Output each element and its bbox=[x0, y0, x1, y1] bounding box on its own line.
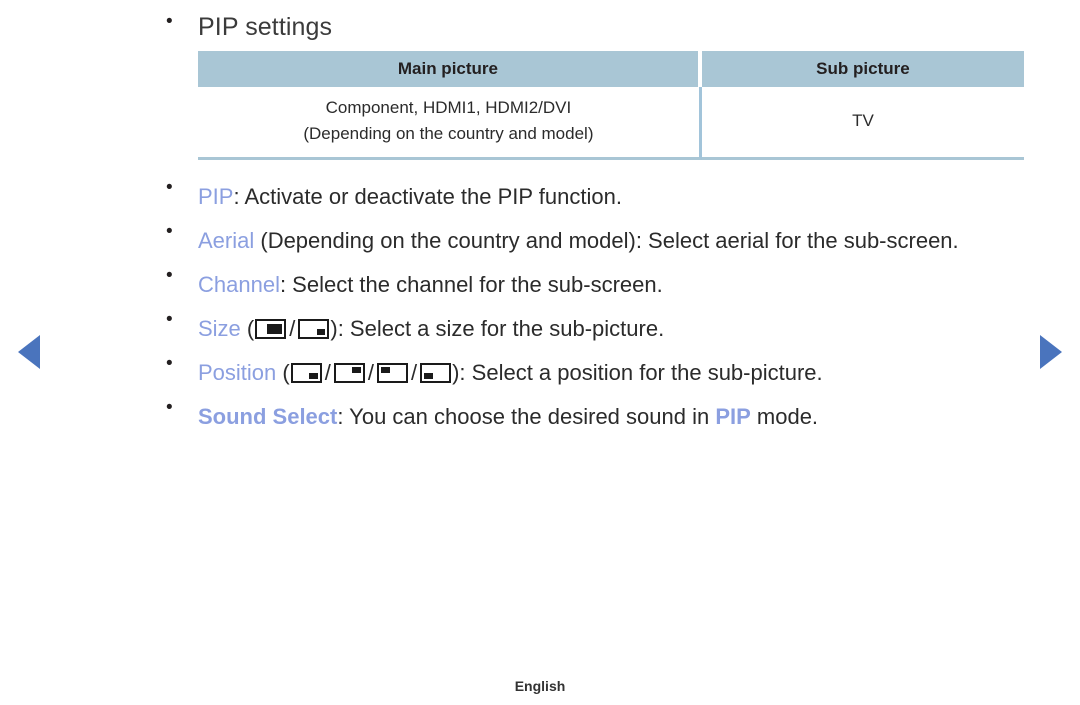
section-heading-row: PIP settings bbox=[160, 12, 1030, 42]
position-separator-2: / bbox=[367, 360, 374, 385]
cell-main-picture: Component, HDMI1, HDMI2/DVI (Depending o… bbox=[198, 87, 702, 160]
list-item-aerial-description: (Depending on the country and model): Se… bbox=[254, 228, 959, 253]
cell-sub-picture: TV bbox=[701, 87, 1024, 160]
list-item-position: Position ( / / / ): Select a position for th… bbox=[160, 354, 1030, 392]
column-header-sub-picture: Sub picture bbox=[701, 51, 1024, 87]
cell-main-picture-line2: (Depending on the country and model) bbox=[303, 124, 594, 143]
bullet-icon bbox=[160, 398, 198, 417]
list-item-size-text: Size ( / ): Select a size for the sub-pict… bbox=[198, 310, 1030, 348]
cell-main-picture-line1: Component, HDMI1, HDMI2/DVI bbox=[325, 98, 572, 117]
pip-position-bottom-left-icon bbox=[420, 363, 452, 383]
list-item-sound-select-text: Sound Select: You can choose the desired… bbox=[198, 398, 1030, 436]
size-separator: / bbox=[289, 316, 296, 341]
pip-position-top-right-icon bbox=[333, 363, 365, 383]
pip-position-bottom-right-icon bbox=[290, 363, 322, 383]
list-item-position-description: ): Select a position for the sub-picture… bbox=[452, 360, 823, 385]
table-header-row: Main picture Sub picture bbox=[198, 51, 1024, 87]
previous-page-arrow[interactable] bbox=[18, 335, 40, 369]
footer-language: English bbox=[514, 678, 566, 694]
bullet-icon bbox=[160, 12, 198, 31]
position-separator-1: / bbox=[324, 360, 331, 385]
list-item-pip-description: : Activate or deactivate the PIP functio… bbox=[233, 184, 622, 209]
pip-settings-table: Main picture Sub picture Component, HDMI… bbox=[198, 51, 1024, 160]
keyword-size: Size bbox=[198, 316, 241, 341]
list-item-position-text: Position ( / / / ): Select a position for th… bbox=[198, 354, 1030, 392]
position-separator-3: / bbox=[410, 360, 418, 385]
keyword-position: Position bbox=[198, 360, 277, 385]
list-item-aerial-text: Aerial (Depending on the country and mod… bbox=[198, 222, 1030, 260]
pip-size-large-icon bbox=[255, 319, 287, 339]
list-item-pip-text: PIP: Activate or deactivate the PIP func… bbox=[198, 178, 1030, 216]
bullet-icon bbox=[160, 222, 198, 241]
list-item-sound-select: Sound Select: You can choose the desired… bbox=[160, 398, 1030, 436]
size-paren-open: ( bbox=[240, 316, 255, 341]
list-item-size: Size ( / ): Select a size for the sub-pict… bbox=[160, 310, 1030, 348]
keyword-pip: PIP bbox=[198, 184, 234, 209]
list-item-channel-description: : Select the channel for the sub-screen. bbox=[279, 272, 663, 297]
pip-position-top-left-icon bbox=[376, 363, 408, 383]
bullet-icon bbox=[160, 354, 198, 373]
keyword-channel: Channel bbox=[198, 272, 280, 297]
keyword-pip-inline: PIP bbox=[715, 404, 751, 429]
page-content: PIP settings Main picture Sub picture Co… bbox=[160, 0, 1030, 442]
sound-select-description-before: : You can choose the desired sound in bbox=[337, 404, 716, 429]
position-paren-open: ( bbox=[276, 360, 290, 385]
table-row: Component, HDMI1, HDMI2/DVI (Depending o… bbox=[198, 87, 1024, 160]
column-header-main-picture: Main picture bbox=[198, 51, 702, 87]
bullet-icon bbox=[160, 310, 198, 329]
bullet-icon bbox=[160, 266, 198, 285]
sound-select-description-after: mode. bbox=[750, 404, 819, 429]
list-item-pip: PIP: Activate or deactivate the PIP func… bbox=[160, 178, 1030, 216]
pip-options-list: PIP: Activate or deactivate the PIP func… bbox=[160, 178, 1030, 436]
keyword-aerial: Aerial bbox=[198, 228, 255, 253]
page-title: PIP settings bbox=[198, 13, 333, 41]
pip-size-small-icon bbox=[298, 319, 330, 339]
list-item-channel-text: Channel: Select the channel for the sub-… bbox=[198, 266, 1030, 304]
next-page-arrow[interactable] bbox=[1040, 335, 1062, 369]
list-item-size-description: ): Select a size for the sub-picture. bbox=[330, 316, 665, 341]
bullet-icon bbox=[160, 178, 198, 197]
list-item-aerial: Aerial (Depending on the country and mod… bbox=[160, 222, 1030, 260]
list-item-channel: Channel: Select the channel for the sub-… bbox=[160, 266, 1030, 304]
keyword-sound-select: Sound Select bbox=[198, 404, 338, 429]
